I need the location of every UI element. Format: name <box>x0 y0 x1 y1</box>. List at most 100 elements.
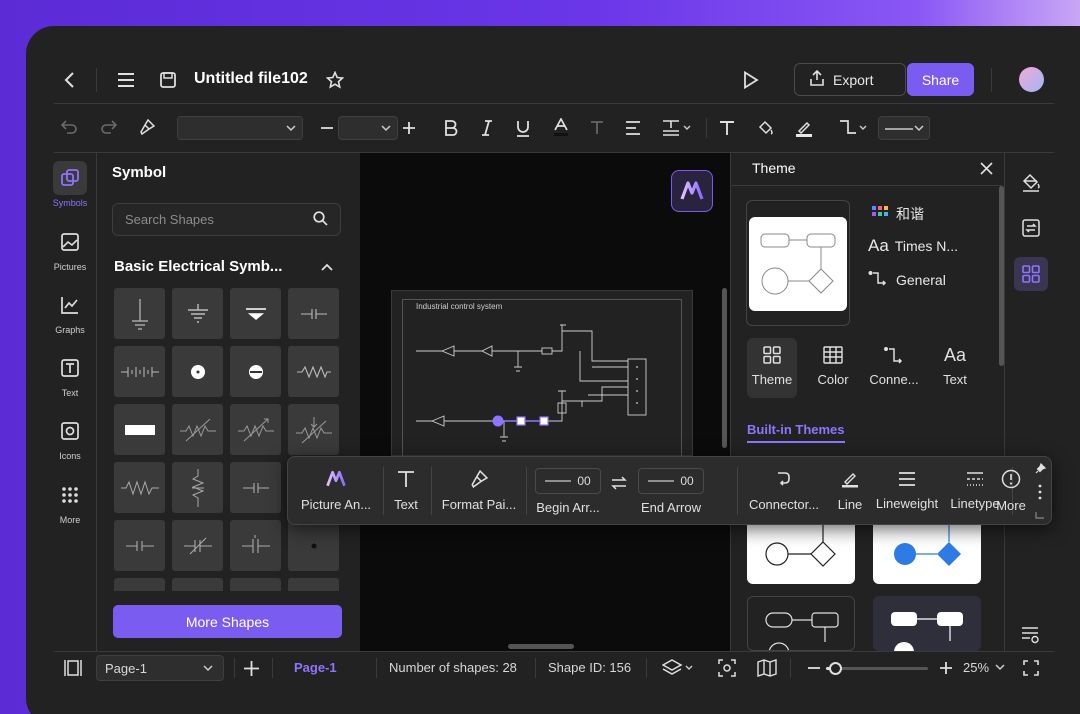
symbol-variable-resistor-2[interactable] <box>230 404 281 455</box>
text-spacing-icon[interactable] <box>660 116 694 140</box>
italic-icon[interactable] <box>476 116 498 140</box>
font-color-icon[interactable] <box>550 114 572 140</box>
theme-connector-row[interactable]: General <box>868 270 946 289</box>
theme-panel-toggle-icon[interactable] <box>1014 257 1048 291</box>
swap-arrows-icon[interactable] <box>608 473 630 493</box>
page-select[interactable]: Page-1 <box>96 655 224 681</box>
pin-icon[interactable] <box>1033 461 1047 475</box>
symbol-ground[interactable] <box>114 288 165 339</box>
tab-connector[interactable]: Conne... <box>869 338 919 398</box>
symbol-empty-2[interactable] <box>114 578 165 591</box>
symbol-category-title[interactable]: Basic Electrical Symb... <box>114 258 282 275</box>
save-icon[interactable] <box>154 66 182 94</box>
zoom-slider-handle[interactable] <box>829 662 842 675</box>
connector-style-icon[interactable] <box>836 116 870 140</box>
page-layout-icon[interactable] <box>62 657 84 679</box>
map-view-icon[interactable] <box>756 657 778 679</box>
layers-icon[interactable] <box>660 656 696 680</box>
symbol-earth[interactable] <box>172 288 223 339</box>
symbol-rectangle[interactable] <box>114 404 165 455</box>
font-size-select[interactable] <box>338 116 398 140</box>
chevron-up-icon[interactable] <box>318 258 336 276</box>
symbol-capacitor-small[interactable] <box>288 288 339 339</box>
zoom-in-icon[interactable] <box>936 657 956 679</box>
page-tab-active[interactable]: Page-1 <box>294 660 337 675</box>
diagram-page[interactable]: Industrial control system <box>391 290 693 459</box>
format-painter-button[interactable]: Format Pai... <box>438 457 520 525</box>
tab-theme[interactable]: Theme <box>747 338 797 398</box>
rail-icons[interactable]: Icons <box>40 414 100 461</box>
float-text-button[interactable]: Text <box>390 457 422 525</box>
symbol-triangle[interactable] <box>230 288 281 339</box>
back-arrow-icon[interactable] <box>56 66 84 94</box>
vertical-dots-icon[interactable] <box>1033 481 1047 503</box>
collapse-corner-icon[interactable] <box>1033 509 1047 521</box>
share-button[interactable]: Share <box>907 63 974 96</box>
bold-icon[interactable] <box>440 116 462 140</box>
line-color-icon[interactable] <box>793 116 815 140</box>
picture-animation-button[interactable]: Picture An... <box>294 457 378 525</box>
theme-option-4[interactable] <box>873 596 981 651</box>
play-icon[interactable] <box>737 66 765 94</box>
undo-icon[interactable] <box>58 116 80 138</box>
symbol-diode-down[interactable] <box>230 578 281 591</box>
close-icon[interactable] <box>976 158 996 178</box>
line-style-select[interactable] <box>878 116 930 140</box>
decrease-font-icon[interactable] <box>316 116 338 140</box>
rail-symbols[interactable]: Symbols <box>40 161 100 208</box>
more-options-button[interactable]: More <box>993 457 1029 525</box>
zoom-out-icon[interactable] <box>804 657 824 679</box>
increase-font-icon[interactable] <box>398 116 420 140</box>
rail-text[interactable]: Text <box>40 351 100 398</box>
font-family-select[interactable] <box>177 116 303 140</box>
rail-pictures[interactable]: Pictures <box>40 225 100 272</box>
connector-type-button[interactable]: Connector... <box>744 457 824 525</box>
fullscreen-icon[interactable] <box>1020 657 1042 679</box>
symbol-capacitor[interactable] <box>230 462 281 513</box>
symbol-capacitor-2[interactable] <box>114 520 165 571</box>
lineweight-button[interactable]: Lineweight <box>874 457 940 525</box>
add-page-icon[interactable] <box>240 657 262 679</box>
rail-more[interactable]: More <box>40 478 100 525</box>
more-shapes-button[interactable]: More Shapes <box>113 605 342 638</box>
symbol-variable-resistor[interactable] <box>172 404 223 455</box>
export-button[interactable]: Export <box>794 63 906 96</box>
symbol-polarized-capacitor[interactable] <box>230 520 281 571</box>
symbol-variable-capacitor[interactable] <box>172 520 223 571</box>
zoom-level-select[interactable]: 25% <box>963 660 1005 675</box>
underline-icon[interactable] <box>512 116 534 140</box>
built-in-themes-tab[interactable]: Built-in Themes <box>747 422 845 443</box>
text-highlight-icon[interactable] <box>586 116 608 140</box>
align-icon[interactable] <box>622 116 644 140</box>
symbol-resistor-zigzag[interactable] <box>288 346 339 397</box>
focus-mode-icon[interactable] <box>716 657 738 679</box>
avatar[interactable] <box>1019 67 1044 92</box>
symbol-node-bar[interactable] <box>230 346 281 397</box>
ai-logo-button[interactable] <box>671 170 713 212</box>
file-title[interactable]: Untitled file102 <box>194 70 308 88</box>
begin-arrow-select[interactable]: 00 Begin Arr... <box>532 457 604 525</box>
tab-color[interactable]: Color <box>808 338 858 398</box>
theme-option-1[interactable] <box>747 516 855 584</box>
canvas-scrollbar-horizontal[interactable] <box>508 644 574 649</box>
zoom-slider[interactable] <box>826 662 928 675</box>
symbol-resistor-vertical[interactable] <box>172 462 223 513</box>
symbol-resistor-long[interactable] <box>114 462 165 513</box>
current-theme-preview[interactable] <box>746 200 850 326</box>
redo-icon[interactable] <box>98 116 120 138</box>
theme-option-2[interactable] <box>873 516 981 584</box>
text-tool-icon[interactable] <box>716 116 738 140</box>
menu-icon[interactable] <box>112 66 140 94</box>
symbol-battery[interactable] <box>114 346 165 397</box>
star-icon[interactable] <box>322 66 348 94</box>
theme-font-row[interactable]: Aa Times N... <box>868 236 958 256</box>
rail-graphs[interactable]: Graphs <box>40 288 100 335</box>
canvas-scrollbar-vertical[interactable] <box>722 288 727 448</box>
theme-preset-row[interactable]: 和谐 <box>872 204 924 224</box>
fill-bucket-icon[interactable] <box>1015 166 1047 198</box>
settings-list-icon[interactable] <box>1015 622 1047 648</box>
symbol-dot[interactable] <box>288 520 339 571</box>
line-color-button[interactable]: Line <box>828 457 872 525</box>
format-painter-icon[interactable] <box>136 116 158 138</box>
tab-text[interactable]: Aa Text <box>930 338 980 398</box>
